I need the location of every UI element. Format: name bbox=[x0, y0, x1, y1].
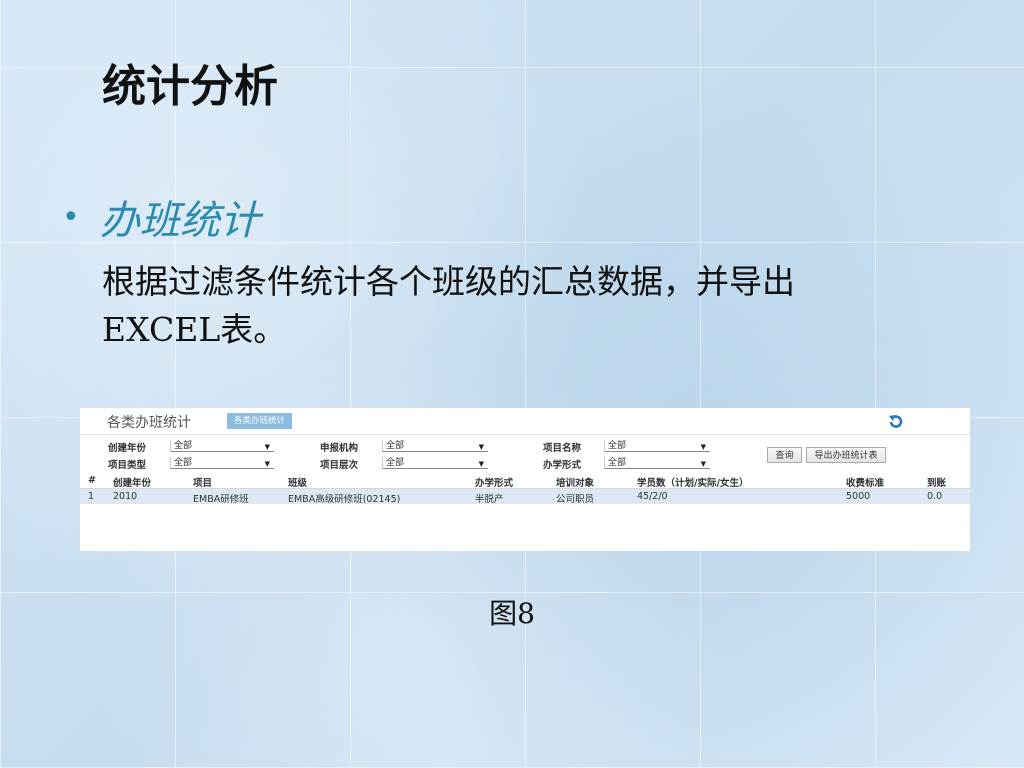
filter-select-type[interactable]: 全部 ▼ bbox=[170, 457, 274, 469]
cell-target: 公司职员 bbox=[556, 494, 595, 505]
cell-project: EMBA研修班 bbox=[193, 494, 249, 505]
filter-select-form[interactable]: 全部 ▼ bbox=[604, 457, 710, 469]
query-button[interactable]: 查询 bbox=[767, 447, 802, 463]
refresh-icon[interactable] bbox=[888, 414, 904, 428]
cell-index: 1 bbox=[88, 491, 95, 502]
filter-label-org: 申报机构 bbox=[320, 443, 359, 454]
col-students: 学员数（计划/实际/女生） bbox=[637, 478, 749, 489]
caret-down-icon: ▼ bbox=[700, 460, 706, 468]
col-target: 培训对象 bbox=[556, 478, 595, 489]
bullet-heading: 办班统计 bbox=[100, 198, 260, 244]
body-line-2: EXCEL表。 bbox=[102, 310, 287, 349]
bullet-dot-icon: • bbox=[62, 199, 80, 235]
export-button[interactable]: 导出办班统计表 bbox=[806, 447, 886, 463]
panel-title: 各类办班统计 bbox=[107, 415, 191, 431]
col-form: 办学形式 bbox=[475, 478, 514, 489]
screenshot-panel: 各类办班统计 各类办班统计 创建年份 全部 ▼ 项目类型 全部 ▼ 申报机构 全部 ▼… bbox=[80, 408, 970, 551]
col-class: 班级 bbox=[288, 478, 308, 489]
filter-label-name: 项目名称 bbox=[543, 443, 582, 454]
filter-label-form: 办学形式 bbox=[543, 460, 582, 471]
filter-value-org: 全部 bbox=[386, 441, 405, 451]
filter-label-level: 项目层次 bbox=[320, 460, 359, 471]
filter-label-year: 创建年份 bbox=[108, 443, 147, 454]
caret-down-icon: ▼ bbox=[264, 460, 270, 468]
col-year: 创建年份 bbox=[113, 478, 152, 489]
cell-year: 2010 bbox=[113, 491, 138, 502]
figure-caption: 图8 bbox=[489, 597, 535, 630]
filter-label-type: 项目类型 bbox=[108, 460, 147, 471]
tab-stats[interactable]: 各类办班统计 bbox=[227, 413, 293, 429]
filter-select-name[interactable]: 全部 ▼ bbox=[604, 440, 710, 452]
col-fee: 收费标准 bbox=[846, 478, 885, 489]
filter-select-year[interactable]: 全部 ▼ bbox=[170, 440, 274, 452]
filter-value-name: 全部 bbox=[608, 441, 627, 451]
caret-down-icon: ▼ bbox=[264, 443, 270, 451]
slide-title: 统计分析 bbox=[102, 61, 278, 112]
caret-down-icon: ▼ bbox=[700, 443, 706, 451]
table-row[interactable]: 1 2010 EMBA研修班 EMBA高级研修班(02145) 半脱产 公司职员… bbox=[80, 489, 970, 505]
filter-select-org[interactable]: 全部 ▼ bbox=[382, 440, 488, 452]
caret-down-icon: ▼ bbox=[478, 460, 484, 468]
filter-value-year: 全部 bbox=[174, 441, 193, 451]
cell-class: EMBA高级研修班(02145) bbox=[288, 494, 401, 505]
cell-form: 半脱产 bbox=[475, 494, 504, 505]
filter-value-level: 全部 bbox=[386, 458, 405, 468]
panel-header: 各类办班统计 各类办班统计 bbox=[80, 408, 970, 435]
filter-value-form: 全部 bbox=[608, 458, 627, 468]
filter-select-level[interactable]: 全部 ▼ bbox=[382, 457, 488, 469]
cell-received: 0.0 bbox=[927, 491, 943, 502]
cell-students: 45/2/0 bbox=[637, 491, 668, 502]
caret-down-icon: ▼ bbox=[478, 443, 484, 451]
col-received: 到账 bbox=[927, 478, 947, 489]
col-project: 项目 bbox=[193, 478, 213, 489]
body-line-1: 根据过滤条件统计各个班级的汇总数据，并导出 bbox=[102, 262, 795, 301]
filter-value-type: 全部 bbox=[174, 458, 193, 468]
cell-fee: 5000 bbox=[846, 491, 871, 502]
bullet-row: • 办班统计 bbox=[62, 188, 260, 246]
body-text: 根据过滤条件统计各个班级的汇总数据，并导出 EXCEL表。 bbox=[102, 258, 952, 354]
table-header: # 创建年份 项目 班级 办学形式 培训对象 学员数（计划/实际/女生） 收费标… bbox=[80, 474, 970, 489]
col-index: # bbox=[88, 475, 96, 486]
